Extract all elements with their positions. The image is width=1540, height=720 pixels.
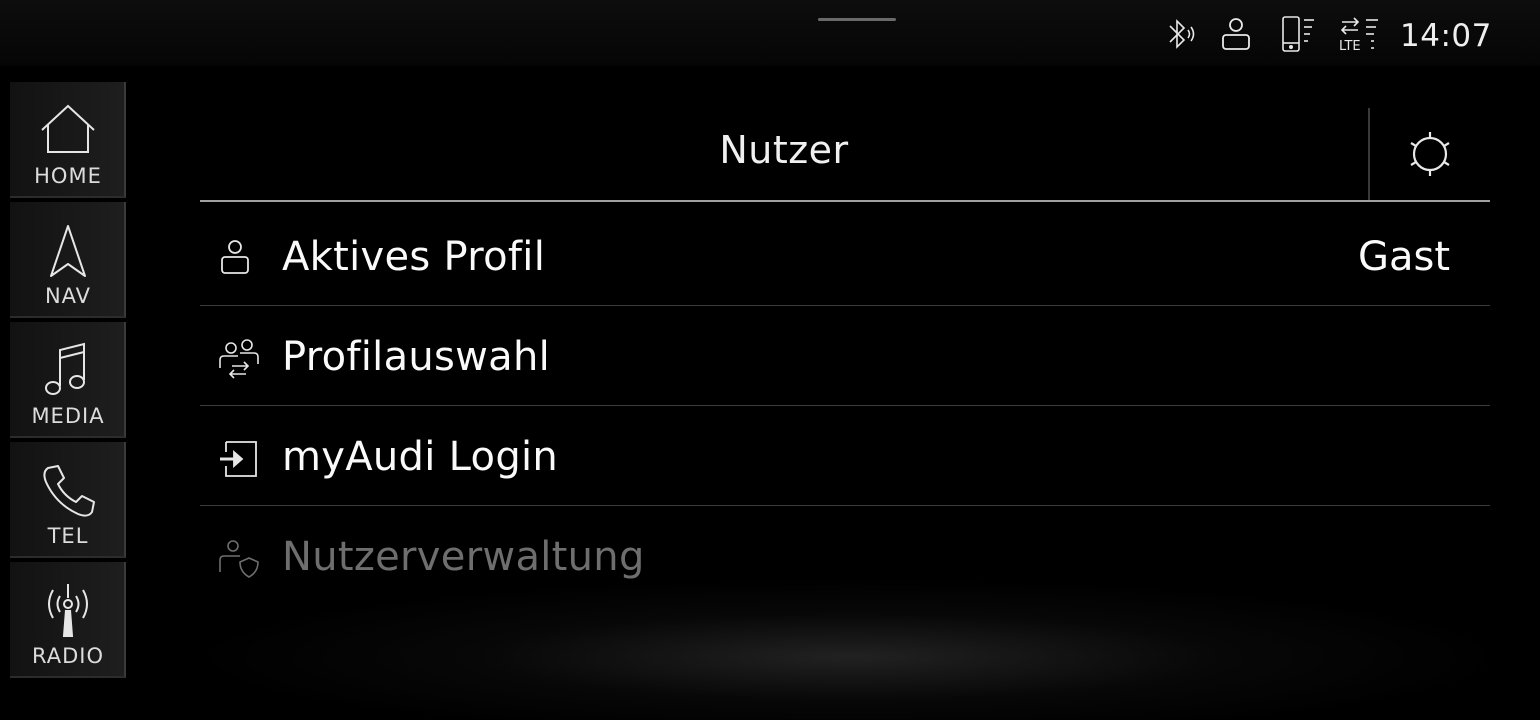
bluetooth-icon xyxy=(1160,14,1200,54)
gear-icon[interactable] xyxy=(1404,128,1456,180)
phone-icon xyxy=(38,462,98,520)
list-item-label: Aktives Profil xyxy=(282,234,546,280)
active-profile-value: Gast xyxy=(1357,234,1450,280)
pull-down-handle[interactable] xyxy=(818,18,896,21)
sidebar-item-radio[interactable]: RADIO xyxy=(10,562,126,678)
sidebar-item-label: HOME xyxy=(34,164,102,188)
list-item-user-management: Nutzerverwaltung xyxy=(200,506,1490,606)
user-switch-icon xyxy=(218,338,260,380)
header-separator xyxy=(1368,108,1370,202)
header-divider xyxy=(200,200,1490,202)
user-icon xyxy=(218,238,260,280)
sidebar: HOME NAV MEDIA TEL RADIO xyxy=(10,82,128,680)
user-icon xyxy=(1216,14,1256,54)
user-shield-icon xyxy=(218,538,260,580)
status-bar: LTE 14:07 xyxy=(0,0,1540,66)
lte-icon: LTE xyxy=(1338,14,1380,54)
sidebar-item-media[interactable]: MEDIA xyxy=(10,322,126,438)
list-item-active-profile[interactable]: Aktives Profil Gast xyxy=(200,206,1490,306)
music-note-icon xyxy=(38,342,98,400)
lte-label: LTE xyxy=(1339,39,1361,54)
sidebar-item-label: RADIO xyxy=(32,644,104,668)
sidebar-item-home[interactable]: HOME xyxy=(10,82,126,198)
navigation-arrow-icon xyxy=(38,222,98,280)
clock: 14:07 xyxy=(1400,18,1492,54)
phone-signal-icon xyxy=(1278,14,1318,54)
login-icon xyxy=(218,438,260,480)
sidebar-item-tel[interactable]: TEL xyxy=(10,442,126,558)
sidebar-item-label: NAV xyxy=(44,284,92,308)
sidebar-item-nav[interactable]: NAV xyxy=(10,202,126,318)
screen: LTE 14:07 HOME NAV MEDIA TEL RADIO Nutze… xyxy=(0,0,1540,720)
list-item-label: Nutzerverwaltung xyxy=(282,534,645,580)
page-title: Nutzer xyxy=(719,128,849,172)
home-icon xyxy=(38,102,98,160)
radio-antenna-icon xyxy=(38,582,98,640)
list-item-label: myAudi Login xyxy=(282,434,559,480)
list-item-profile-selection[interactable]: Profilauswahl xyxy=(200,306,1490,406)
sidebar-item-label: MEDIA xyxy=(31,404,105,428)
sidebar-item-label: TEL xyxy=(47,524,89,548)
list-item-label: Profilauswahl xyxy=(282,334,551,380)
list-item-myaudi-login[interactable]: myAudi Login xyxy=(200,406,1490,506)
